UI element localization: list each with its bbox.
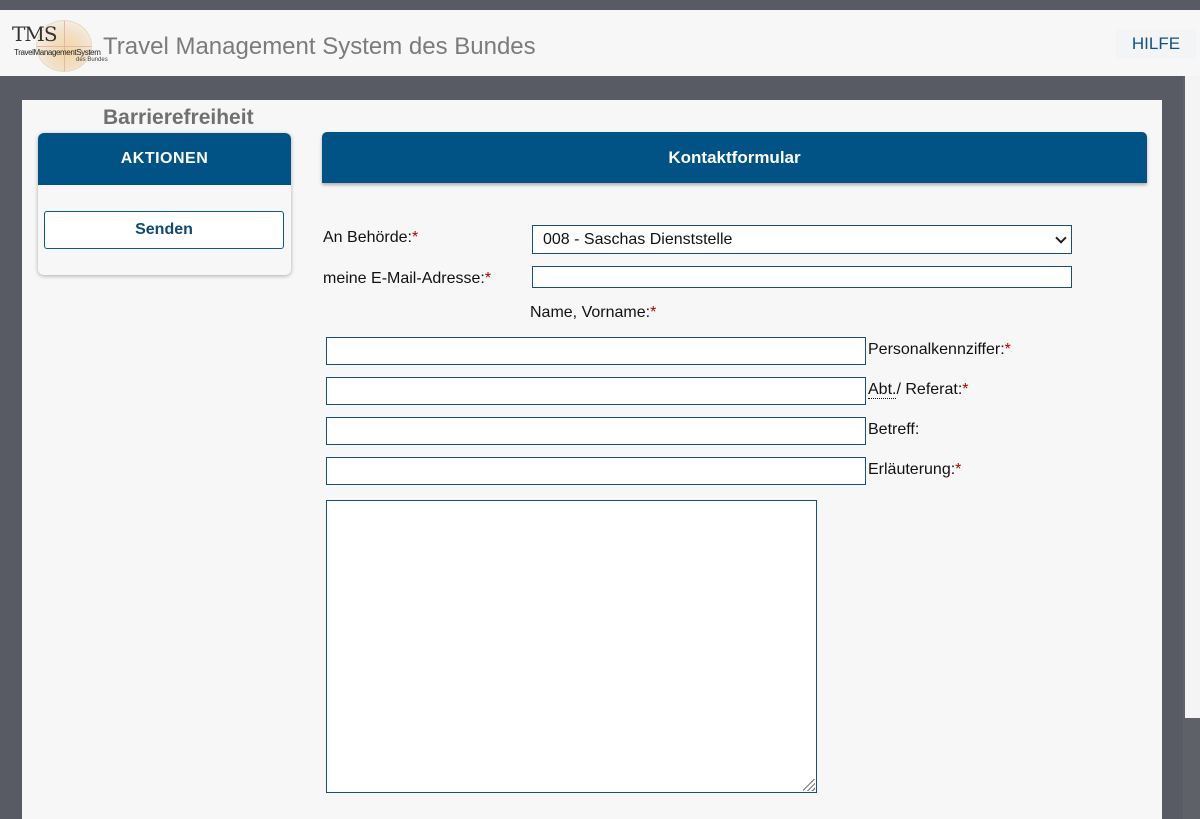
personnel-number-label: Personalkennziffer:* [868,341,1011,358]
actions-box: AKTIONEN Senden [38,133,291,275]
scrollbar-thumb[interactable] [1185,76,1200,718]
form-title: Kontaktformular [322,132,1147,183]
name-label: Name, Vorname:* [530,304,657,321]
window-top-strip [0,0,1200,10]
name-field[interactable] [326,337,866,365]
department-label: Abt./ Referat:* [868,381,969,399]
send-button[interactable]: Senden [44,211,284,249]
chevron-down-icon [1055,232,1067,244]
personnel-number-field[interactable] [326,377,866,405]
email-field[interactable] [532,266,1072,288]
tms-logo[interactable]: TMS TravelManagementSystem des Bundes [10,20,110,74]
page-title: Barrierefreiheit [103,106,254,129]
explanation-textarea[interactable] [326,500,817,793]
subject-field[interactable] [326,457,866,485]
resize-handle-icon[interactable] [803,779,815,791]
app-title: Travel Management System des Bundes [103,33,536,60]
authority-label: An Behörde:* [323,229,419,246]
help-link[interactable]: HILFE [1116,30,1196,58]
subject-label: Betreff: [868,421,920,438]
explanation-label: Erläuterung:* [868,461,962,478]
app-header: TMS TravelManagementSystem des Bundes Tr… [0,10,1200,76]
authority-selected-value: 008 - Saschas Dienststelle [543,231,733,248]
authority-select[interactable]: 008 - Saschas Dienststelle [532,225,1072,254]
logo-letters: TMS [12,22,58,46]
logo-subtitle: TravelManagementSystem [14,48,101,57]
email-label: meine E-Mail-Adresse:* [323,270,492,287]
department-field[interactable] [326,417,866,445]
actions-header: AKTIONEN [38,133,291,185]
